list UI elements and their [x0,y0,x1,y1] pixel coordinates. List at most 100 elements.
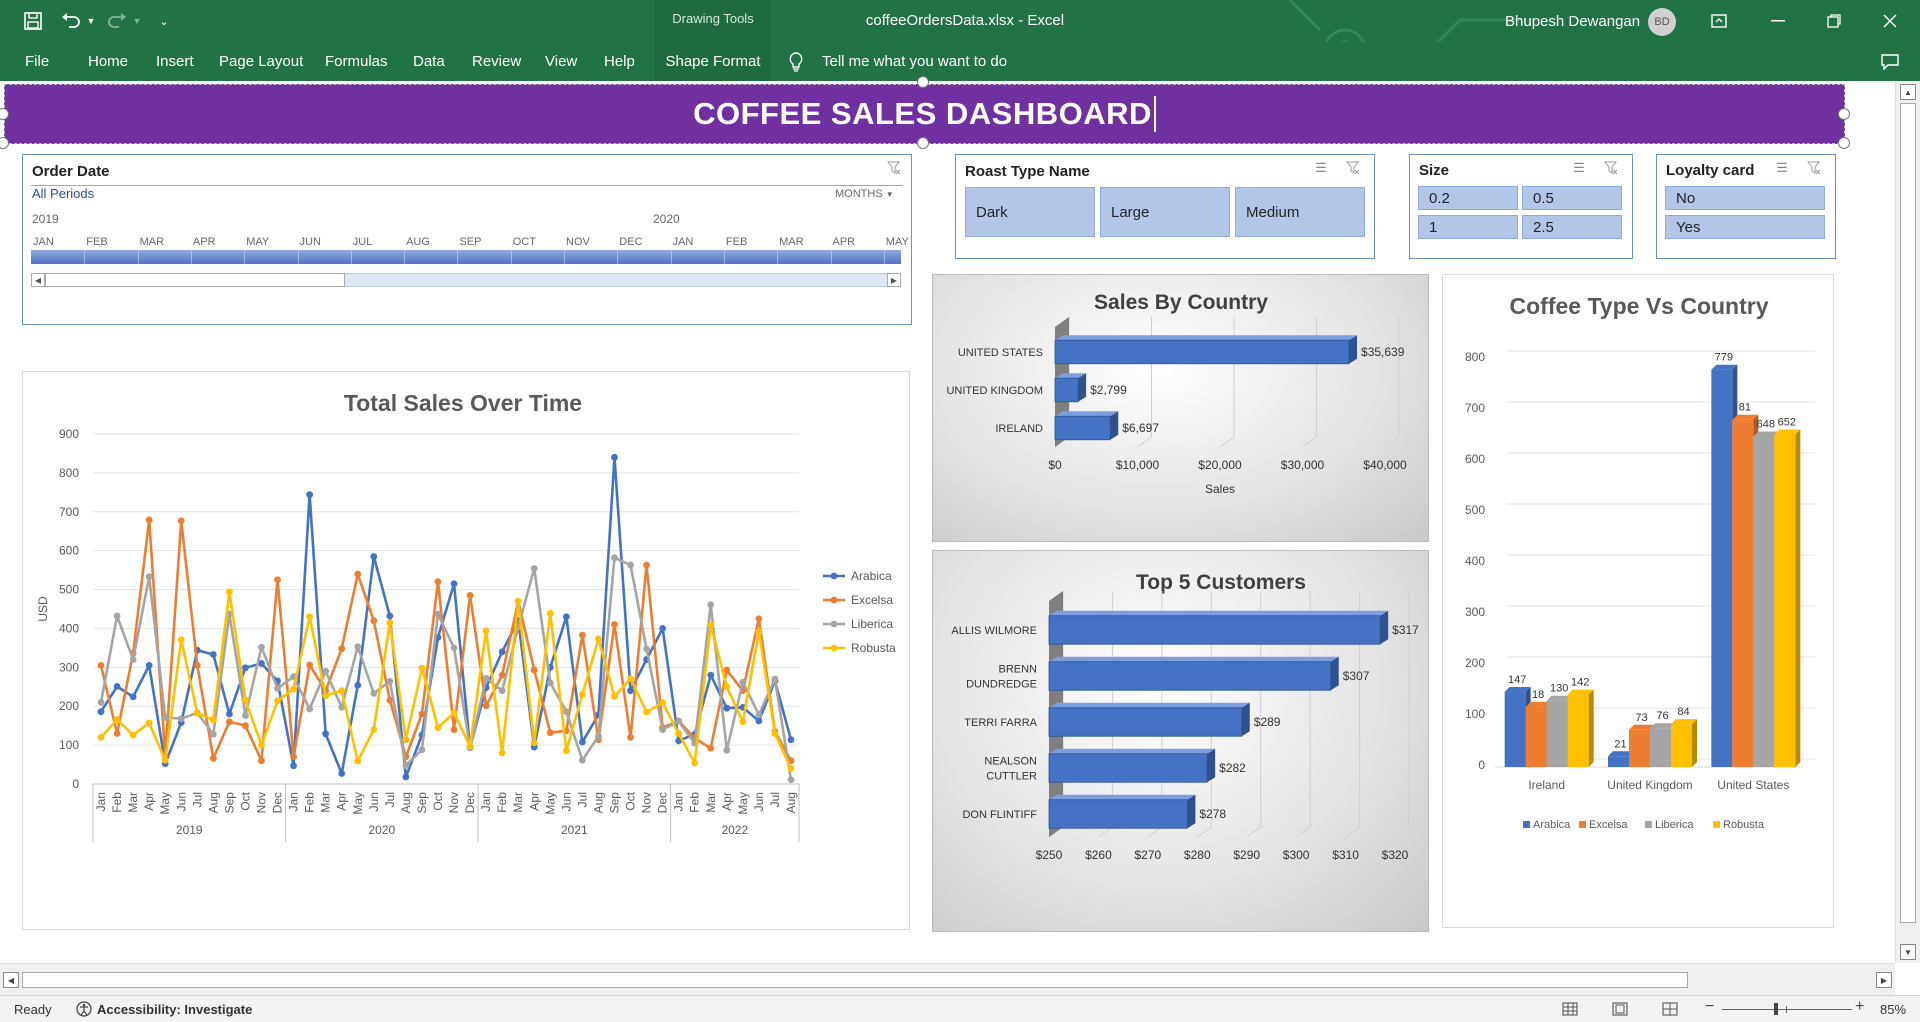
size-slicer[interactable]: Size ☰ 0.2 0.5 1 2.5 [1409,154,1633,259]
roast-type-slicer[interactable]: Roast Type Name ☰ Dark Large Medium [955,154,1375,259]
loyalty-card-slicer[interactable]: Loyalty card ☰ No Yes [1656,154,1836,259]
timeline-scroll-thumb[interactable] [45,273,345,287]
timeline-month[interactable]: MAR [140,236,164,248]
scroll-up-icon[interactable]: ▲ [1900,84,1916,100]
scroll-left-icon[interactable]: ◀ [3,972,19,988]
tab-data[interactable]: Data [405,42,453,81]
selection-handle[interactable] [0,137,9,149]
timeline-month[interactable]: APR [193,236,216,248]
clear-filter-icon[interactable] [1344,160,1362,176]
scroll-right-icon[interactable]: ▶ [887,273,901,287]
data-label: 142 [1571,677,1589,689]
comments-icon[interactable] [1876,50,1904,74]
zoom-slider-thumb[interactable] [1774,1003,1778,1015]
tab-help[interactable]: Help [596,42,643,81]
total-sales-chart[interactable]: Total Sales Over Time 0 100 200 300 400 500 600… [22,371,910,930]
tab-insert[interactable]: Insert [148,42,202,81]
scroll-right-icon[interactable]: ▶ [1876,972,1892,988]
year-label: 2020 [653,212,680,226]
timeline-month[interactable]: JUN [300,236,321,248]
tab-shape-format[interactable]: Shape Format [655,42,771,81]
zoom-out-icon[interactable]: − [1705,998,1714,1016]
status-ready: Ready [14,1002,52,1017]
dashboard-title[interactable]: COFFEE SALES DASHBOARD [693,96,1156,132]
slicer-item-0-2[interactable]: 0.2 [1418,186,1518,210]
multi-select-icon[interactable]: ☰ [1773,160,1791,176]
timeline-month[interactable]: SEP [459,236,481,248]
selection-handle[interactable] [917,76,929,88]
clear-filter-icon[interactable] [1602,160,1620,176]
selection-handle[interactable] [1838,108,1850,120]
slicer-item-medium[interactable]: Medium [1235,187,1365,237]
zoom-in-icon[interactable]: + [1855,998,1864,1016]
timeline-month[interactable]: JUL [353,236,373,248]
timeline-month[interactable]: APR [833,236,856,248]
timeline-month[interactable]: MAR [779,236,803,248]
zoom-slider[interactable] [1722,1003,1852,1015]
worksheet[interactable]: COFFEE SALES DASHBOARD Order Date All Pe… [0,76,1895,963]
timeline-month[interactable]: FEB [86,236,107,248]
tab-page-layout[interactable]: Page Layout [211,42,311,81]
customize-toolbar-icon[interactable]: ⌄ [154,8,174,34]
accessibility-status[interactable]: Accessibility: Investigate [97,1002,252,1017]
timeline-month[interactable]: JAN [673,236,694,248]
top-customers-chart[interactable]: Top 5 Customers $250 $260 $270 $280 $290 $300 $… [932,550,1429,932]
timeline-month[interactable]: JAN [33,236,54,248]
x-tick-label: $310 [1332,848,1359,862]
tab-review[interactable]: Review [464,42,529,81]
close-icon[interactable] [1872,8,1908,34]
clear-filter-icon[interactable] [1805,160,1823,176]
slicer-item-large[interactable]: Large [1100,187,1230,237]
scroll-down-icon[interactable]: ▼ [1900,944,1916,960]
normal-view-icon[interactable] [1562,1001,1578,1017]
ribbon-display-options-icon[interactable] [1704,8,1734,34]
tab-home[interactable]: Home [80,42,136,81]
time-level-dropdown[interactable]: MONTHS ▼ [835,188,894,200]
dashboard-banner[interactable]: COFFEE SALES DASHBOARD [4,84,1845,144]
multi-select-icon[interactable]: ☰ [1312,160,1330,176]
zoom-level[interactable]: 85% [1880,1002,1906,1017]
save-icon[interactable] [20,8,46,34]
slicer-item-no[interactable]: No [1665,186,1825,210]
clear-filter-icon[interactable] [885,160,903,176]
timeline-month[interactable]: MAY [246,236,269,248]
tab-formulas[interactable]: Formulas [317,42,396,81]
undo-dropdown-icon[interactable]: ▼ [84,8,98,34]
scroll-left-icon[interactable]: ◀ [31,273,45,287]
undo-icon[interactable] [58,8,84,34]
horizontal-scrollbar[interactable]: ◀ ▶ [0,963,1895,995]
vertical-scroll-thumb[interactable] [1900,103,1916,923]
timeline-month[interactable]: NOV [566,236,590,248]
timeline-bar[interactable] [31,250,901,264]
timeline-month[interactable]: DEC [619,236,642,248]
order-date-timeline[interactable]: Order Date All Periods MONTHS ▼ 2019 202… [22,154,912,325]
slicer-item-yes[interactable]: Yes [1665,215,1825,239]
column [1567,694,1589,767]
page-break-view-icon[interactable] [1662,1001,1678,1017]
x-tick-label: Sep [415,792,429,814]
selection-handle[interactable] [1838,137,1850,149]
accessibility-icon[interactable] [75,1000,93,1018]
avatar[interactable]: BD [1648,8,1676,36]
multi-select-icon[interactable]: ☰ [1570,160,1588,176]
horizontal-scroll-thumb[interactable] [22,972,1688,988]
timeline-month[interactable]: MAY [886,236,909,248]
coffee-type-vs-country-chart[interactable]: Coffee Type Vs Country 0 100 200 300 400 500 60… [1442,274,1834,928]
timeline-month[interactable]: OCT [513,236,536,248]
slicer-item-dark[interactable]: Dark [965,187,1095,237]
restore-icon[interactable] [1816,8,1852,34]
tab-view[interactable]: View [537,42,585,81]
sales-by-country-chart[interactable]: Sales By Country $0 $10,000 $20,000 $30,000 $… [932,274,1429,542]
user-name[interactable]: Bhupesh Dewangan [1505,13,1640,30]
tell-me-search[interactable]: Tell me what you want to do [814,42,1015,81]
selection-handle[interactable] [917,137,929,149]
vertical-scrollbar[interactable]: ▲ ▼ [1895,81,1920,963]
slicer-item-1[interactable]: 1 [1418,215,1518,239]
slicer-item-2-5[interactable]: 2.5 [1522,215,1622,239]
timeline-month[interactable]: FEB [726,236,747,248]
slicer-item-0-5[interactable]: 0.5 [1522,186,1622,210]
page-layout-view-icon[interactable] [1612,1001,1628,1017]
tab-file[interactable]: File [17,42,57,81]
minimize-icon[interactable] [1760,8,1796,34]
timeline-month[interactable]: AUG [406,236,430,248]
